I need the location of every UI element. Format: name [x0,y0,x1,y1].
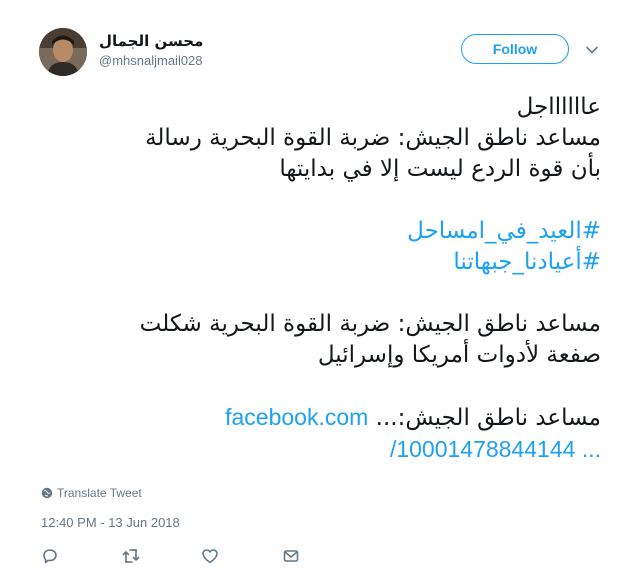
tweet-line: صفعة لأدوات أمريكا وإسرائيل [317,342,601,368]
tweet-line: مساعد ناطق الجيش: ضربة القوة البحرية رسا… [145,125,601,151]
facebook-link[interactable]: facebook.com [225,404,368,430]
tweet-line: مساعد ناطق الجيش: ضربة القوة البحرية شكل… [139,311,601,337]
translate-tweet-button[interactable]: Translate Tweet [41,485,142,501]
hashtag-link[interactable]: #أعيادنا_جبهاتنا [39,247,601,278]
tweet-line: بأن قوة الردع ليست إلا في بدايتها [279,156,601,182]
timestamp[interactable]: 12:40 PM - 13 Jun 2018 [41,515,180,530]
tweet-line: عااااااجل [516,94,601,120]
user-names: محسن الجمال @mhsnaljmail028 [99,32,203,68]
display-name[interactable]: محسن الجمال [99,32,203,50]
user-handle[interactable]: @mhsnaljmail028 [99,53,203,68]
retweet-icon[interactable] [121,547,141,567]
avatar[interactable] [39,28,87,76]
globe-icon [41,487,53,499]
tweet-line: مساعد ناطق الجيش:... facebook.com [39,402,601,434]
follow-button[interactable]: Follow [461,34,569,64]
tweet-text: عااااااجل مساعد ناطق الجيش: ضربة القوة ا… [39,92,601,466]
tweet-header: محسن الجمال @mhsnaljmail028 Follow [39,28,609,78]
message-icon[interactable] [282,547,302,567]
chevron-down-icon[interactable] [585,42,599,56]
like-icon[interactable] [201,547,221,567]
reply-icon[interactable] [41,547,61,567]
hashtag-link[interactable]: #العيد_في_امساحل [39,216,601,247]
facebook-link-path[interactable]: /10001478844144 ... [39,434,601,466]
tweet-line-prefix: مساعد ناطق الجيش:... [375,405,601,431]
translate-label: Translate Tweet [57,486,142,500]
